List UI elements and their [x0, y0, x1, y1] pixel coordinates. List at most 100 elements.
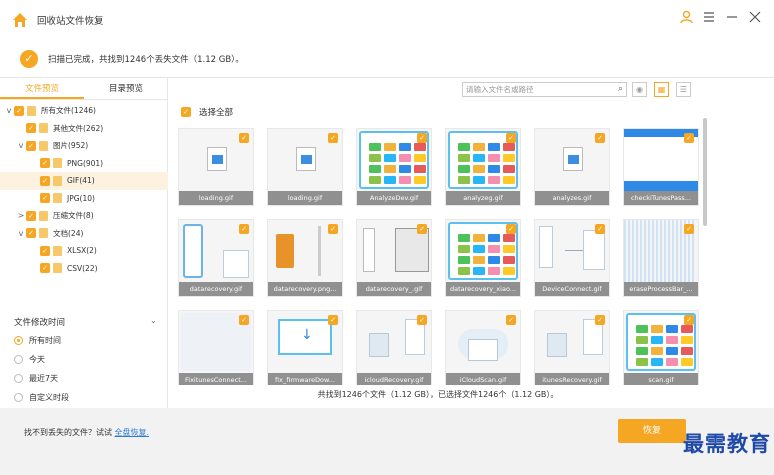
tab-file-preview[interactable]: 文件预览 — [0, 78, 84, 99]
preview-toggle-button[interactable]: ◉ — [632, 82, 647, 97]
radio-label: 所有时间 — [29, 336, 61, 345]
radio-label: 自定义时段 — [29, 393, 69, 402]
file-name: datarecovery_.gif — [357, 282, 431, 296]
file-checkbox[interactable]: ✓ — [239, 133, 249, 143]
chevron-down-icon[interactable]: v — [16, 141, 26, 150]
tree-item-archives[interactable]: > ✓ 压缩文件(8) — [0, 207, 168, 225]
search-icon[interactable]: ⌕ — [618, 83, 623, 96]
checkbox[interactable]: ✓ — [26, 228, 36, 239]
file-card[interactable]: ✓ datarecovery_.gif — [356, 219, 432, 297]
file-checkbox[interactable]: ✓ — [684, 315, 694, 325]
radio-all-time[interactable]: 所有时间 — [14, 335, 61, 346]
file-name: fix_firmwareDow... — [268, 373, 342, 385]
tree-item-png[interactable]: ✓ PNG(901) — [0, 155, 168, 173]
select-all[interactable]: ✓ 选择全部 — [181, 106, 233, 118]
grid-view-button[interactable]: ▦ — [654, 82, 669, 97]
checkbox[interactable]: ✓ — [26, 210, 36, 221]
minimize-icon[interactable] — [725, 10, 739, 28]
file-checkbox[interactable]: ✓ — [417, 133, 427, 143]
file-checkbox[interactable]: ✓ — [239, 224, 249, 234]
file-card[interactable]: ✓ analyzes.gif — [534, 128, 610, 206]
tab-directory-preview[interactable]: 目录预览 — [84, 78, 168, 99]
menu-icon[interactable] — [702, 10, 716, 28]
file-checkbox[interactable]: ✓ — [417, 315, 427, 325]
radio-button[interactable] — [14, 336, 23, 345]
chevron-right-icon[interactable]: > — [16, 211, 26, 220]
file-card[interactable]: ✓ itunesRecovery.gif — [534, 310, 610, 385]
file-checkbox[interactable]: ✓ — [506, 224, 516, 234]
tree-item-jpg[interactable]: ✓ JPG(10) — [0, 190, 168, 208]
file-name: AnalyzeDev.gif — [357, 191, 431, 205]
home-icon[interactable] — [12, 12, 28, 28]
file-checkbox[interactable]: ✓ — [595, 224, 605, 234]
file-name: datarecovery.png... — [268, 282, 342, 296]
file-checkbox[interactable]: ✓ — [595, 133, 605, 143]
file-checkbox[interactable]: ✓ — [328, 133, 338, 143]
recover-button[interactable]: 恢复 — [618, 419, 686, 443]
tree-item-documents[interactable]: v ✓ 文档(24) — [0, 225, 168, 243]
file-checkbox[interactable]: ✓ — [417, 224, 427, 234]
checkbox[interactable]: ✓ — [40, 175, 50, 186]
file-card[interactable]: ✓ AnalyzeDev.gif — [356, 128, 432, 206]
tree-item-all[interactable]: v ✓ 所有文件(1246) — [0, 102, 168, 120]
search-input[interactable]: 请输入文件名或路径 ⌕ — [462, 82, 627, 97]
user-icon[interactable] — [679, 10, 693, 28]
checkbox[interactable]: ✓ — [40, 263, 50, 274]
radio-last-7-days[interactable]: 最近7天 — [14, 373, 58, 384]
list-view-button[interactable]: ☰ — [676, 82, 691, 97]
radio-button[interactable] — [14, 374, 23, 383]
file-card[interactable]: ✓ analyzeg.gif — [445, 128, 521, 206]
file-card[interactable]: ✓ checkiTunesPass... — [623, 128, 699, 206]
scrollbar[interactable] — [703, 118, 707, 226]
file-card[interactable]: ✓ loading.gif — [267, 128, 343, 206]
file-checkbox[interactable]: ✓ — [328, 224, 338, 234]
file-checkbox[interactable]: ✓ — [328, 315, 338, 325]
file-card[interactable]: ↓ ✓ fix_firmwareDow... — [267, 310, 343, 385]
tree-item-images[interactable]: v ✓ 图片(952) — [0, 137, 168, 155]
file-type-tree: v ✓ 所有文件(1246) ✓ 其他文件(262) v ✓ 图片(952) ✓… — [0, 102, 168, 277]
file-checkbox[interactable]: ✓ — [684, 133, 694, 143]
radio-custom-range[interactable]: 自定义时段 — [14, 392, 69, 403]
file-card[interactable]: ✓ DeviceConnect.gif — [534, 219, 610, 297]
checkbox[interactable]: ✓ — [26, 123, 36, 134]
radio-label: 最近7天 — [29, 374, 59, 383]
file-checkbox[interactable]: ✓ — [239, 315, 249, 325]
file-card[interactable]: ✓ icloudRecovery.gif — [356, 310, 432, 385]
file-name: analyzeg.gif — [446, 191, 520, 205]
file-card[interactable]: ✓ iCloudScan.gif — [445, 310, 521, 385]
tree-item-xlsx[interactable]: ✓ XLSX(2) — [0, 242, 168, 260]
checkbox[interactable]: ✓ — [40, 245, 50, 256]
file-card[interactable]: ✓ scan.gif — [623, 310, 699, 385]
chevron-down-icon[interactable]: v — [16, 229, 26, 238]
tree-item-other[interactable]: ✓ 其他文件(262) — [0, 120, 168, 138]
chevron-down-icon[interactable]: ⌄ — [150, 316, 157, 325]
radio-button[interactable] — [14, 355, 23, 364]
tree-item-csv[interactable]: ✓ CSV(22) — [0, 260, 168, 278]
file-card[interactable]: ✓ datarecovery.png... — [267, 219, 343, 297]
tree-item-label: 图片(952) — [53, 141, 89, 151]
full-disk-recovery-link[interactable]: 全盘恢复. — [115, 428, 150, 437]
checkbox[interactable]: ✓ — [40, 158, 50, 169]
tree-item-gif[interactable]: ✓ GIF(41) — [0, 172, 168, 190]
file-checkbox[interactable]: ✓ — [595, 315, 605, 325]
checkbox[interactable]: ✓ — [40, 193, 50, 204]
file-checkbox[interactable]: ✓ — [684, 224, 694, 234]
filter-title: 文件修改时间 — [14, 318, 66, 328]
file-card[interactable]: ✓ FixitunesConnect... — [178, 310, 254, 385]
file-card[interactable]: ✓ datarecovery.gif — [178, 219, 254, 297]
file-card[interactable]: ✓ datarecovery_xiao... — [445, 219, 521, 297]
checkbox[interactable]: ✓ — [14, 105, 24, 116]
chevron-down-icon[interactable]: v — [4, 106, 14, 115]
radio-button[interactable] — [14, 393, 23, 402]
file-checkbox[interactable]: ✓ — [506, 315, 516, 325]
checkbox[interactable]: ✓ — [26, 140, 36, 151]
radio-today[interactable]: 今天 — [14, 354, 45, 365]
folder-icon — [39, 123, 48, 134]
close-icon[interactable] — [748, 10, 762, 28]
select-all-checkbox[interactable]: ✓ — [181, 107, 191, 117]
file-card[interactable]: ✓ loading.gif — [178, 128, 254, 206]
file-checkbox[interactable]: ✓ — [506, 133, 516, 143]
file-card[interactable]: ✓ eraseProcessBar_... — [623, 219, 699, 297]
file-name: checkiTunesPass... — [624, 191, 698, 205]
window-controls — [679, 10, 762, 28]
